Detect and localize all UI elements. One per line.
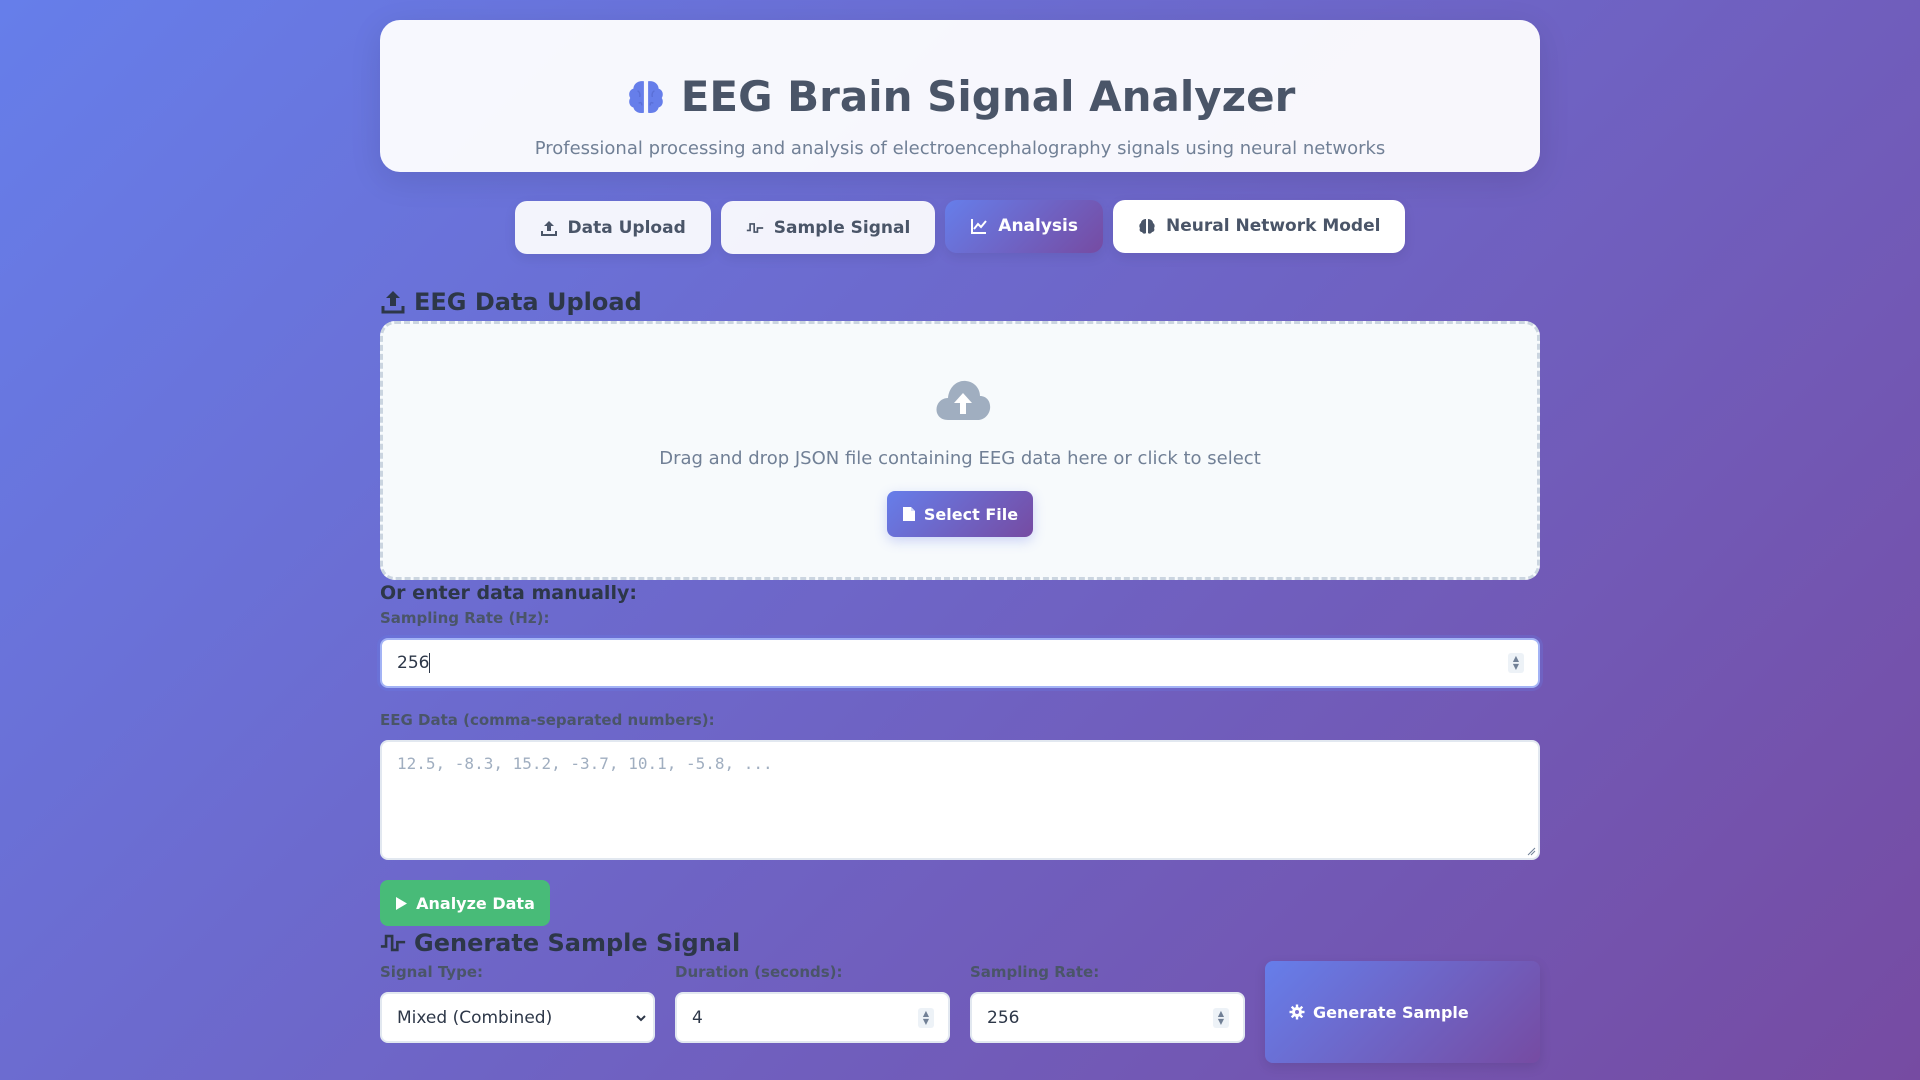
chevron-down-icon: ▼ xyxy=(1217,1016,1225,1026)
sample-rate-value: 256 xyxy=(987,1007,1020,1028)
tab-data-upload[interactable]: Data Upload xyxy=(514,201,711,254)
page-title-text: EEG Brain Signal Analyzer xyxy=(680,72,1296,121)
sample-rate-input[interactable]: 256 ▲ ▼ xyxy=(970,992,1245,1043)
wave-icon xyxy=(746,222,763,233)
eeg-data-label: EEG Data (comma-separated numbers): xyxy=(380,711,715,729)
resize-grip-icon[interactable] xyxy=(1526,846,1536,856)
tab-sample-signal[interactable]: Sample Signal xyxy=(720,201,936,254)
tab-label: Neural Network Model xyxy=(1166,216,1381,236)
chart-line-icon xyxy=(971,219,988,234)
sampling-rate-label-2: Sampling Rate: xyxy=(970,963,1100,981)
tab-analysis[interactable]: Analysis xyxy=(945,199,1103,253)
signal-type-label: Signal Type: xyxy=(380,963,483,981)
upload-section-title: EEG Data Upload xyxy=(380,288,642,316)
page-title: EEG Brain Signal Analyzer xyxy=(380,72,1540,122)
page-subtitle: Professional processing and analysis of … xyxy=(534,138,1386,159)
signal-type-value: Mixed (Combined) xyxy=(397,1007,553,1028)
tab-neural-network-model[interactable]: Neural Network Model xyxy=(1113,199,1406,253)
upload-section-title-text: EEG Data Upload xyxy=(414,288,642,316)
tab-label: Data Upload xyxy=(567,217,686,238)
sampling-rate-input[interactable]: 256 ▲ ▼ xyxy=(380,638,1540,688)
chevron-down-icon: ▼ xyxy=(1512,662,1520,671)
generate-sample-label: Generate Sample xyxy=(1313,1002,1469,1022)
number-stepper[interactable]: ▲ ▼ xyxy=(1213,1007,1229,1028)
brain-icon xyxy=(628,81,663,114)
cloud-upload-icon xyxy=(936,380,991,420)
upload-icon xyxy=(540,220,557,236)
analyze-data-label: Analyze Data xyxy=(416,893,535,913)
analyze-data-button[interactable]: Analyze Data xyxy=(380,880,550,926)
tab-bar: Data Upload Sample Signal Analysis Neura… xyxy=(380,199,1540,254)
eeg-data-textarea[interactable]: 12.5, -8.3, 15.2, -3.7, 10.1, -5.8, ... xyxy=(380,740,1540,860)
tab-label: Analysis xyxy=(998,216,1078,236)
sample-section-title: Generate Sample Signal xyxy=(380,929,740,957)
sampling-rate-label: Sampling Rate (Hz): xyxy=(380,609,550,627)
number-stepper[interactable]: ▲ ▼ xyxy=(918,1007,934,1028)
select-file-button[interactable]: Select File xyxy=(887,491,1033,537)
tab-label: Sample Signal xyxy=(773,217,911,238)
text-cursor xyxy=(429,653,431,673)
generate-sample-button[interactable]: Generate Sample xyxy=(1265,961,1540,1063)
chevron-down-icon xyxy=(636,1014,646,1021)
header-card: EEG Brain Signal Analyzer Professional p… xyxy=(380,20,1540,172)
duration-label: Duration (seconds): xyxy=(675,963,843,981)
brain-icon xyxy=(1139,219,1155,234)
duration-value: 4 xyxy=(692,1007,703,1028)
duration-input[interactable]: 4 ▲ ▼ xyxy=(675,992,950,1043)
file-dropzone[interactable]: Drag and drop JSON file containing EEG d… xyxy=(380,321,1540,580)
wave-icon xyxy=(380,934,406,952)
sample-section-title-text: Generate Sample Signal xyxy=(414,929,741,957)
file-icon xyxy=(902,507,915,521)
select-file-label: Select File xyxy=(923,504,1019,524)
chevron-down-icon: ▼ xyxy=(922,1016,930,1026)
manual-entry-title: Or enter data manually: xyxy=(380,582,637,604)
upload-icon xyxy=(381,291,405,314)
sampling-rate-value: 256 xyxy=(397,653,430,673)
number-stepper[interactable]: ▲ ▼ xyxy=(1508,653,1524,673)
signal-type-select[interactable]: Mixed (Combined) xyxy=(380,992,655,1043)
dropzone-text: Drag and drop JSON file containing EEG d… xyxy=(659,448,1261,469)
eeg-data-placeholder: 12.5, -8.3, 15.2, -3.7, 10.1, -5.8, ... xyxy=(397,754,773,773)
gear-icon xyxy=(1289,1004,1305,1020)
play-icon xyxy=(396,896,408,910)
